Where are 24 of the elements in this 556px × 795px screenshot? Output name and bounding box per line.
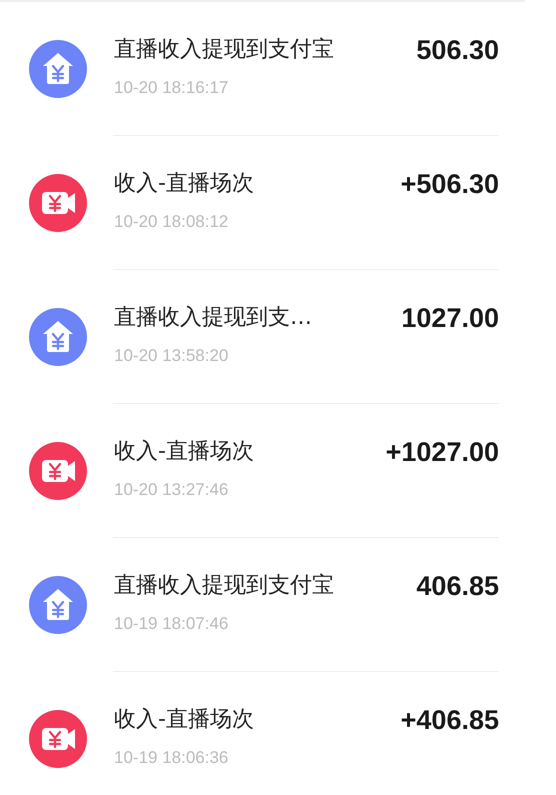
video-camera-yen-icon (29, 710, 87, 768)
transaction-time: 10-19 18:06:36 (114, 748, 230, 768)
video-camera-yen-icon (29, 442, 87, 500)
transaction-amount: 506.30 (416, 36, 499, 64)
transaction-title: 收入-直播场次 (114, 170, 254, 198)
transaction-amount: 1027.00 (401, 304, 499, 332)
transaction-title: 收入-直播场次 (114, 438, 254, 466)
transaction-title: 直播收入提现到支付宝 (114, 36, 334, 64)
transaction-amount: +406.85 (400, 706, 499, 734)
transaction-time: 10-20 13:27:46 (114, 480, 230, 500)
transaction-time: 10-20 13:58:20 (114, 346, 230, 366)
transaction-amount: +506.30 (400, 170, 499, 198)
house-yen-icon (29, 576, 87, 634)
transaction-amount: +1027.00 (386, 438, 499, 466)
transaction-time: 10-20 18:08:12 (114, 212, 230, 232)
transaction-title: 直播收入提现到支… (114, 304, 312, 332)
house-yen-icon (29, 308, 87, 366)
transaction-title: 直播收入提现到支付宝 (114, 572, 334, 600)
transaction-title: 收入-直播场次 (114, 706, 254, 734)
transaction-time: 10-20 18:16:17 (114, 78, 230, 98)
video-camera-yen-icon (29, 174, 87, 232)
transaction-time: 10-19 18:07:46 (114, 614, 230, 634)
house-yen-icon (29, 40, 87, 98)
transaction-amount: 406.85 (416, 572, 499, 600)
